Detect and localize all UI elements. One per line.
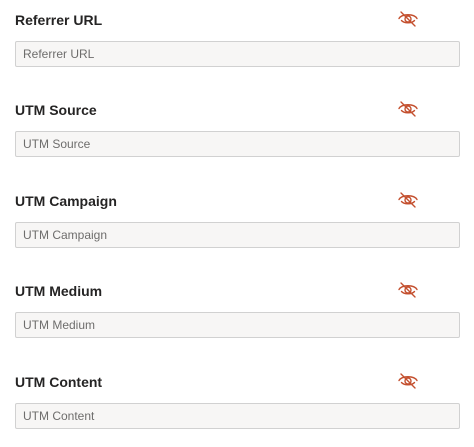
visibility-toggle-button[interactable] xyxy=(396,189,420,211)
field-utm-content: UTM Content xyxy=(0,362,474,442)
field-label: Referrer URL xyxy=(15,12,103,28)
utm-content-input[interactable] xyxy=(15,403,460,429)
field-label: UTM Content xyxy=(15,374,103,390)
referrer-url-input[interactable] xyxy=(15,41,460,67)
visibility-toggle-button[interactable] xyxy=(396,98,420,120)
visibility-toggle-button[interactable] xyxy=(396,370,420,392)
utm-campaign-input[interactable] xyxy=(15,222,460,248)
field-label: UTM Source xyxy=(15,102,97,118)
field-label: UTM Campaign xyxy=(15,193,117,209)
eye-hidden-icon xyxy=(397,191,419,209)
utm-source-input[interactable] xyxy=(15,131,460,157)
field-referrer-url: Referrer URL xyxy=(0,0,474,80)
eye-hidden-icon xyxy=(397,281,419,299)
field-label: UTM Medium xyxy=(15,283,103,299)
field-utm-medium: UTM Medium xyxy=(0,271,474,351)
eye-hidden-icon xyxy=(397,10,419,28)
field-utm-source: UTM Source xyxy=(0,90,474,170)
visibility-toggle-button[interactable] xyxy=(396,8,420,30)
field-utm-campaign: UTM Campaign xyxy=(0,181,474,261)
eye-hidden-icon xyxy=(397,372,419,390)
visibility-toggle-button[interactable] xyxy=(396,279,420,301)
utm-medium-input[interactable] xyxy=(15,312,460,338)
tracking-fields-form: Referrer URL UTM Source xyxy=(0,0,474,447)
eye-hidden-icon xyxy=(397,100,419,118)
